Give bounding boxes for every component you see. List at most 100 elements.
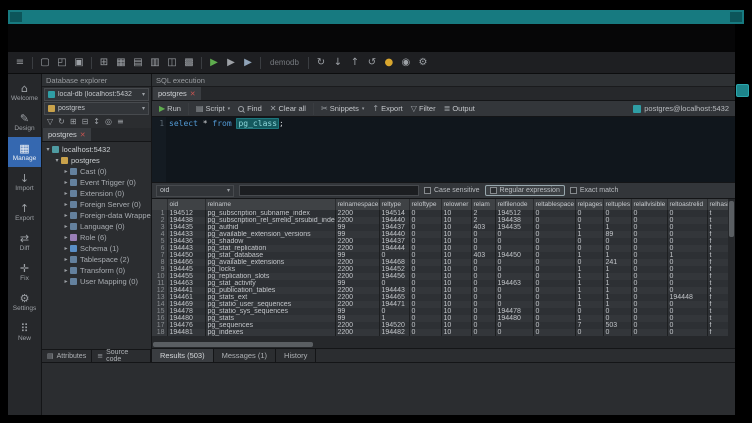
column-header-reltoastrelid[interactable]: reltoastrelid (667, 199, 707, 210)
remove-icon[interactable]: ⊟ (82, 117, 89, 126)
rows-view-icon[interactable]: ▤ (131, 55, 145, 70)
table-row[interactable]: 14194469pg_statio_user_sequences22001944… (152, 301, 731, 308)
tree-item[interactable]: ▸User Mapping (0) (42, 276, 151, 287)
chevron-right-icon[interactable]: ▸ (62, 168, 70, 175)
sidebar-item-design[interactable]: ✎Design (8, 107, 41, 137)
tree-item[interactable]: ▾postgres (42, 155, 151, 166)
table-row[interactable]: 4194433pg_available_extension_versions99… (152, 231, 731, 238)
chevron-right-icon[interactable]: ▸ (62, 234, 70, 241)
snippets-button[interactable]: ✂ Snippets ▾ (318, 102, 367, 116)
window-control-icon[interactable] (730, 12, 742, 22)
list-icon[interactable]: ≡ (117, 117, 124, 126)
floating-widget-icon[interactable] (736, 84, 749, 97)
table-row[interactable]: 5194436pg_shadow22001944370100000000f (152, 238, 731, 245)
table-view-icon[interactable]: ⊞ (97, 55, 111, 70)
sidebar-item-fix[interactable]: ✛Fix (8, 257, 41, 287)
table-row[interactable]: 7194450pg_stat_database99001040319445001… (152, 252, 731, 259)
tab-history[interactable]: History (276, 349, 316, 362)
table-row[interactable]: 15194478pg_statio_sys_sequences990010019… (152, 308, 731, 315)
tree-item[interactable]: ▸Cast (0) (42, 166, 151, 177)
database-select[interactable]: postgres ▾ (44, 102, 149, 115)
chevron-right-icon[interactable]: ▸ (62, 201, 70, 208)
add-icon[interactable]: ⊞ (70, 117, 77, 126)
column-header-reloftype[interactable]: reloftype (409, 199, 441, 210)
table-row[interactable]: 10194455pg_replication_slots220019445601… (152, 273, 731, 280)
import-data-icon[interactable]: ↓ (331, 55, 345, 70)
filter-input[interactable] (239, 185, 419, 196)
refresh-icon[interactable]: ↻ (58, 117, 65, 126)
export-data-icon[interactable]: ↑ (348, 55, 362, 70)
new-script-icon[interactable]: ▢ (38, 55, 52, 70)
sidebar-item-import[interactable]: ↓Import (8, 167, 41, 197)
column-header-reltablespace[interactable]: reltablespace (533, 199, 575, 210)
table-row[interactable]: 6194443pg_stat_replication22001944440100… (152, 245, 731, 252)
tree-item[interactable]: ▾localhost:5432 (42, 144, 151, 155)
save-icon[interactable]: ▣ (72, 55, 86, 70)
tree-item[interactable]: ▸Role (6) (42, 232, 151, 243)
scrollbar-thumb[interactable] (729, 201, 734, 237)
column-header-relpages[interactable]: relpages (575, 199, 603, 210)
chevron-right-icon[interactable]: ▸ (62, 223, 70, 230)
clear-all-button[interactable]: ✕ Clear all (267, 102, 309, 116)
run-icon[interactable]: ▶ (207, 55, 221, 70)
table-row[interactable]: 16194480pg_stats991010019448001000t (152, 315, 731, 322)
table-row[interactable]: 18194481pg_indexes22001944820100000000f (152, 329, 731, 336)
filter-column-select[interactable]: oid ▾ (156, 185, 234, 197)
target-icon[interactable]: ◎ (105, 117, 112, 126)
refresh-icon[interactable]: ↻ (314, 55, 328, 70)
chevron-right-icon[interactable]: ▸ (62, 179, 70, 186)
tree-item[interactable]: ▸Language (0) (42, 221, 151, 232)
sidebar-item-new[interactable]: ⠿New (8, 317, 41, 347)
tab-attributes[interactable]: ▤Attributes (42, 350, 92, 362)
table-row[interactable]: 9194445pg_locks22001944520100001100f (152, 266, 731, 273)
table-row[interactable]: 12194441pg_publication_tables22001944430… (152, 287, 731, 294)
tab-source-code[interactable]: ≡Source code (92, 350, 151, 362)
chevron-right-icon[interactable]: ▸ (62, 278, 70, 285)
undo-icon[interactable]: ↺ (365, 55, 379, 70)
tab-results-503-[interactable]: Results (503) (152, 349, 214, 362)
sidebar-item-manage[interactable]: ▦Manage (8, 137, 41, 167)
dense-grid-icon[interactable]: ▩ (182, 55, 196, 70)
table-row[interactable]: 3194435pg_authid991944370104031944350110… (152, 224, 731, 231)
script-button[interactable]: ▤ Script ▾ (193, 102, 233, 116)
run-file-icon[interactable]: ▶ (241, 55, 255, 70)
columns-view-icon[interactable]: ▥ (148, 55, 162, 70)
expand-collapse-icon[interactable]: ↕ (93, 117, 100, 126)
settings-gear-icon[interactable]: ⚙ (416, 55, 430, 70)
table-row[interactable]: 8194466pg_available_extensions2200194468… (152, 259, 731, 266)
run-button[interactable]: ▶ Run (156, 102, 184, 116)
sidebar-item-diff[interactable]: ⇄Diff (8, 227, 41, 257)
column-header-relname[interactable]: relname (205, 199, 335, 210)
column-header-reltuples[interactable]: reltuples (603, 199, 631, 210)
filter-icon[interactable]: ▽ (47, 117, 53, 126)
run-selection-icon[interactable]: ▶ (224, 55, 238, 70)
explorer-tab-postgres[interactable]: postgres ✕ (43, 128, 91, 141)
sidebar-item-settings[interactable]: ⚙Settings (8, 287, 41, 317)
open-file-icon[interactable]: ◰ (55, 55, 69, 70)
chevron-down-icon[interactable]: ▾ (53, 157, 61, 164)
chevron-right-icon[interactable]: ▸ (62, 267, 70, 274)
column-header-reltype[interactable]: reltype (379, 199, 409, 210)
find-button[interactable]: Find (235, 102, 265, 116)
scrollbar-thumb[interactable] (153, 342, 313, 347)
grid-view-icon[interactable]: ▦ (114, 55, 128, 70)
column-header-relfilenode[interactable]: relfilenode (495, 199, 533, 210)
tree-item[interactable]: ▸Event Trigger (0) (42, 177, 151, 188)
regular-expression-checkbox[interactable]: Regular expression (485, 185, 565, 196)
connection-select[interactable]: local-db (localhost:5432 ▾ (44, 88, 149, 101)
column-header-oid[interactable]: oid (167, 199, 205, 210)
filter-button[interactable]: ▽ Filter (408, 102, 439, 116)
table-row[interactable]: 2194438pg_subscription_rel_srrelid_srsub… (152, 217, 731, 224)
tree-item[interactable]: ▸Foreign-data Wrapper (0) (42, 210, 151, 221)
tree-item[interactable]: ▸Tablespace (2) (42, 254, 151, 265)
tree-item[interactable]: ▸Schema (1) (42, 243, 151, 254)
output-button[interactable]: ≣ Output (441, 102, 478, 116)
tab-messages-1-[interactable]: Messages (1) (214, 349, 276, 362)
close-tab-icon[interactable]: ✕ (80, 131, 86, 139)
column-header-relam[interactable]: relam (471, 199, 495, 210)
sidebar-item-export[interactable]: ↑Export (8, 197, 41, 227)
table-row[interactable]: 17194476pg_sequences22001945200100007503… (152, 322, 731, 329)
tree-item[interactable]: ▸Extension (0) (42, 188, 151, 199)
chevron-down-icon[interactable]: ▾ (44, 146, 52, 153)
window-menu-icon[interactable] (10, 12, 22, 22)
